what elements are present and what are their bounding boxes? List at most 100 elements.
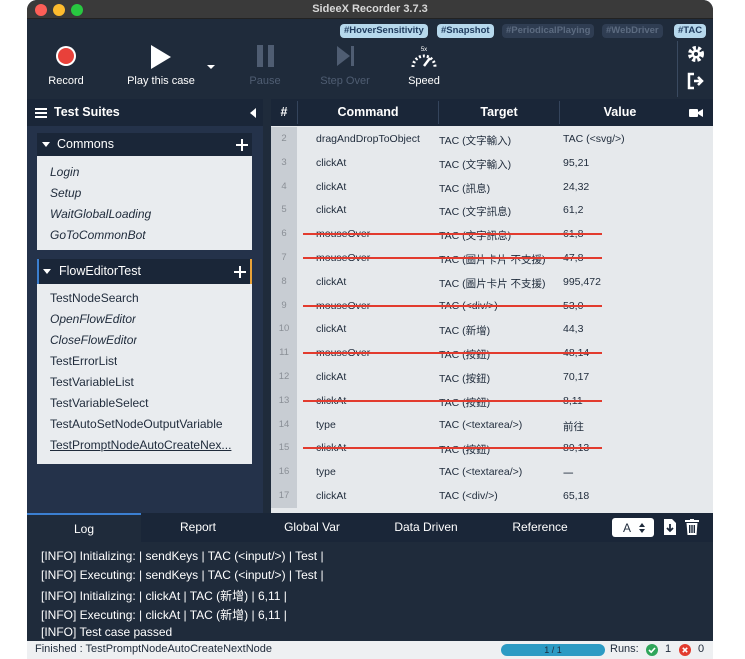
collapse-sidebar-icon[interactable] [249,108,257,118]
gear-icon[interactable] [686,44,706,64]
col-header-value[interactable]: Value [560,105,680,119]
command-row[interactable]: 11mouseOverTAC (按鈕)48,14 [271,341,713,366]
tab-report[interactable]: Report [141,513,255,542]
sign-out-icon[interactable] [686,71,706,91]
play-options-dropdown[interactable] [203,41,219,97]
row-number: 15 [271,436,297,461]
cell-value[interactable]: 一 [563,466,574,481]
cell-target[interactable]: TAC (圖片卡片 不支援) [439,252,546,267]
case-item[interactable]: TestVariableList [50,375,134,389]
case-item[interactable]: Login [50,165,79,179]
step-over-button[interactable]: Step Over [317,41,373,97]
cell-command[interactable]: type [316,466,336,478]
command-row[interactable]: 16 type TAC (<textarea/>) 一 [271,460,713,485]
cell-value[interactable]: 995,472 [563,276,601,288]
command-row[interactable]: 9mouseOverTAC (<div/>)53,0 [271,293,713,318]
cell-target[interactable]: TAC (按鈕) [439,395,490,410]
cell-target[interactable]: TAC (按鈕) [439,371,490,386]
command-row[interactable]: 17 clickAt TAC (<div/>) 65,18 [271,484,713,508]
tag-hover-sensitivity[interactable]: #HoverSensitivity [340,24,428,38]
command-row[interactable]: 10 clickAt TAC (新增) 44,3 [271,317,713,342]
cell-target[interactable]: TAC (文字訊息) [439,228,511,243]
video-camera-icon[interactable] [689,108,703,118]
cell-command[interactable]: clickAt [316,490,346,502]
case-item[interactable]: GoToCommonBot [50,228,146,242]
cell-target[interactable]: TAC (<div/>) [439,490,498,502]
cell-target[interactable]: TAC (圖片卡片 不支援) [439,276,546,291]
suite-header-commons[interactable]: Commons [37,133,252,156]
cell-command[interactable]: type [316,419,336,431]
cell-value[interactable]: 95,21 [563,157,589,169]
disabled-strikethrough [303,304,602,307]
play-case-button[interactable]: Play this case [123,41,199,97]
tag-snapshot[interactable]: #Snapshot [437,24,494,38]
add-case-icon[interactable] [234,266,246,278]
cell-target[interactable]: TAC (訊息) [439,181,490,196]
cell-command[interactable]: clickAt [316,157,346,169]
cell-value[interactable]: 70,17 [563,371,589,383]
case-item[interactable]: OpenFlowEditor [50,312,136,326]
tag-periodical-playing[interactable]: #PeriodicalPlaying [502,24,595,38]
row-number: 11 [271,341,297,366]
command-row[interactable]: 15clickAtTAC (按鈕)89,13 [271,436,713,461]
command-row[interactable]: 4 clickAt TAC (訊息) 24,32 [271,174,713,199]
log-level-select[interactable]: A [612,518,654,537]
suite-header-flow-editor-test[interactable]: FlowEditorTest [37,259,252,284]
pause-button[interactable]: Pause [241,41,289,97]
command-row[interactable]: 3 clickAt TAC (文字輸入) 95,21 [271,150,713,175]
command-row[interactable]: 14 type TAC (<textarea/>) 前往 [271,412,713,437]
add-case-icon[interactable] [236,139,248,151]
cell-target[interactable]: TAC (<textarea/>) [439,466,522,478]
tab-global-var[interactable]: Global Var [255,513,369,542]
case-item[interactable]: WaitGlobalLoading [50,207,151,221]
case-item[interactable]: TestAutoSetNodeOutputVariable [50,417,223,431]
step-over-icon [337,46,354,66]
case-item[interactable]: Setup [50,186,81,200]
cell-target[interactable]: TAC (新增) [439,323,490,338]
tag-tac[interactable]: #TAC [674,24,707,38]
clear-log-trash-icon[interactable] [685,519,699,535]
cell-command[interactable]: clickAt [316,276,346,288]
case-item[interactable]: TestNodeSearch [50,291,139,305]
command-row[interactable]: 2 dragAndDropToObject TAC (文字輸入) TAC (<svg/… [271,127,713,151]
command-row[interactable]: 6mouseOverTAC (文字訊息)61,8 [271,222,713,247]
cell-value[interactable]: 61,2 [563,204,583,216]
tab-reference[interactable]: Reference [483,513,597,542]
download-log-icon[interactable] [663,519,677,535]
cell-command[interactable]: clickAt [316,371,346,383]
col-header-target[interactable]: Target [439,105,559,119]
hamburger-menu-icon[interactable] [35,107,47,119]
col-header-num: # [280,105,288,119]
tag-webdriver[interactable]: #WebDriver [602,24,663,38]
command-row[interactable]: 8 clickAt TAC (圖片卡片 不支援) 995,472 [271,269,713,294]
case-item[interactable]: TestVariableSelect [50,396,149,410]
cell-command[interactable]: dragAndDropToObject [316,133,420,145]
tab-log[interactable]: Log [27,513,141,542]
command-row[interactable]: 7mouseOverTAC (圖片卡片 不支援)47,8 [271,246,713,270]
cell-value[interactable]: 24,32 [563,181,589,193]
cell-command[interactable]: clickAt [316,323,346,335]
cell-value[interactable]: 44,3 [563,323,583,335]
cell-target[interactable]: TAC (文字輸入) [439,133,511,148]
cell-target[interactable]: TAC (按鈕) [439,442,490,457]
row-number: 13 [271,388,297,413]
speed-button[interactable]: 5x Speed [403,41,445,97]
col-header-command[interactable]: Command [298,105,438,119]
cell-value[interactable]: 前往 [563,419,584,434]
command-row[interactable]: 5 clickAt TAC (文字訊息) 61,2 [271,198,713,223]
cell-command[interactable]: clickAt [316,204,346,216]
cell-value[interactable]: 65,18 [563,490,589,502]
cell-target[interactable]: TAC (文字輸入) [439,157,511,172]
cell-command[interactable]: clickAt [316,181,346,193]
case-item[interactable]: TestErrorList [50,354,117,368]
cell-target[interactable]: TAC (按鈕) [439,347,490,362]
command-row[interactable]: 12 clickAt TAC (按鈕) 70,17 [271,365,713,389]
tab-data-driven[interactable]: Data Driven [369,513,483,542]
case-item[interactable]: CloseFlowEditor [50,333,137,347]
cell-target[interactable]: TAC (文字訊息) [439,204,511,219]
case-item-selected[interactable]: TestPromptNodeAutoCreateNex... [50,438,246,452]
cell-value[interactable]: TAC (<svg/>) [563,133,625,145]
command-row[interactable]: 13clickAtTAC (按鈕)8,11 [271,388,713,413]
record-button[interactable]: Record [41,41,91,97]
cell-target[interactable]: TAC (<textarea/>) [439,419,522,431]
